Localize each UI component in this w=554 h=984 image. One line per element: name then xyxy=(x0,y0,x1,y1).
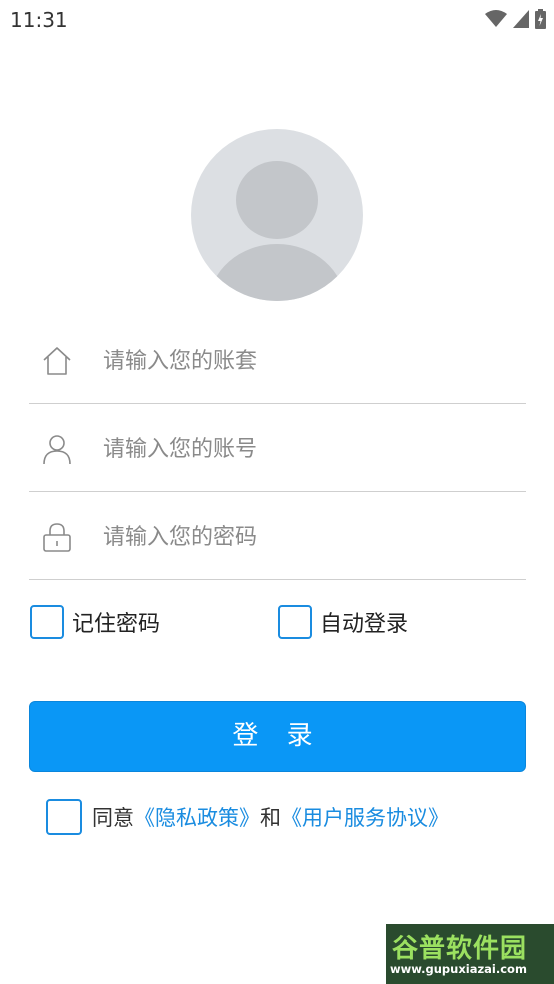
auto-login-label: 自动登录 xyxy=(320,612,409,637)
privacy-policy-link[interactable]: 《隐私政策》 xyxy=(134,806,260,830)
password-field xyxy=(29,492,526,580)
avatar-head xyxy=(236,161,318,239)
agreement-prefix: 同意 xyxy=(92,806,134,830)
remember-password-label: 记住密码 xyxy=(72,612,161,637)
agreement-text: 同意《隐私政策》和《用户服务协议》 xyxy=(92,802,449,832)
user-icon xyxy=(43,435,71,465)
account-set-input[interactable] xyxy=(101,338,505,384)
avatar xyxy=(191,129,363,301)
username-input[interactable] xyxy=(101,426,505,472)
home-icon xyxy=(43,347,71,375)
remember-password-checkbox[interactable] xyxy=(30,605,64,639)
cellular-signal-icon xyxy=(513,10,529,28)
auto-login-checkbox[interactable] xyxy=(278,605,312,639)
status-icons xyxy=(485,8,546,30)
password-input[interactable] xyxy=(101,514,505,560)
battery-icon xyxy=(535,9,546,29)
account-set-field xyxy=(29,316,526,404)
lock-icon xyxy=(43,523,71,552)
watermark: 谷普软件园 www.gupuxiazai.com xyxy=(386,924,554,984)
agreement-checkbox[interactable] xyxy=(46,799,82,835)
remember-password-option: 记住密码 xyxy=(30,602,160,642)
watermark-title: 谷普软件园 xyxy=(392,934,528,964)
status-bar: 11:31 xyxy=(0,0,554,38)
auto-login-option: 自动登录 xyxy=(278,602,408,642)
agreement-row: 同意《隐私政策》和《用户服务协议》 xyxy=(46,798,449,836)
avatar-body xyxy=(209,244,345,301)
status-time: 11:31 xyxy=(10,8,68,32)
agreement-conjunction: 和 xyxy=(260,806,281,830)
username-field xyxy=(29,404,526,492)
wifi-icon xyxy=(485,10,507,27)
watermark-url: www.gupuxiazai.com xyxy=(390,962,527,976)
user-agreement-link[interactable]: 《用户服务协议》 xyxy=(281,806,449,830)
login-button[interactable]: 登 录 xyxy=(29,701,526,772)
